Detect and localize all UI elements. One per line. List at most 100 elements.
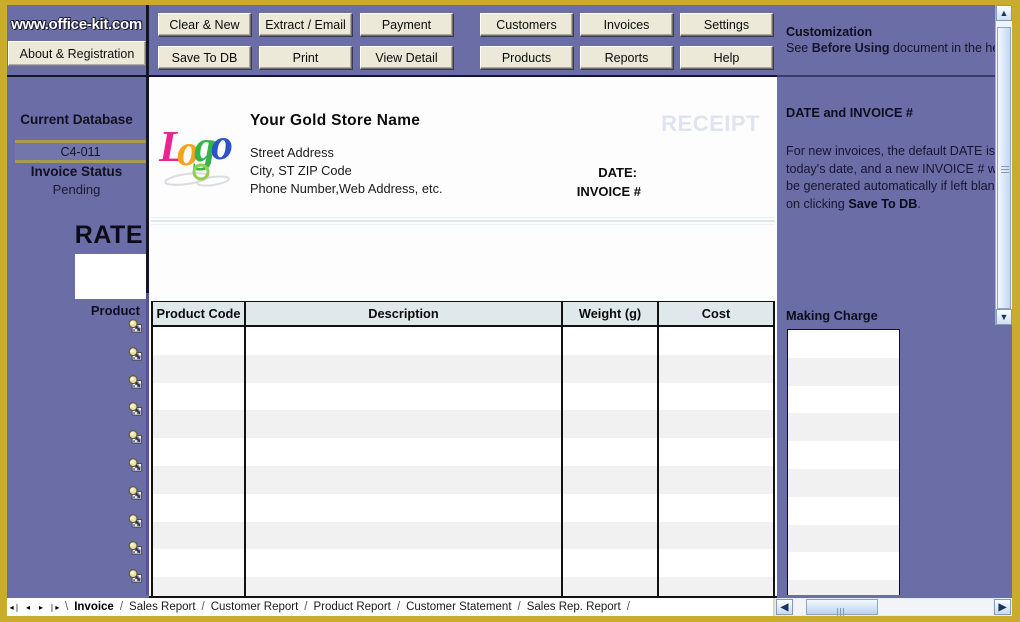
table-cell[interactable]: [563, 438, 659, 466]
table-row[interactable]: [153, 382, 775, 411]
table-cell[interactable]: [246, 521, 563, 550]
product-lookup-icon[interactable]: [127, 513, 143, 528]
making-charge-column[interactable]: [787, 329, 900, 603]
sheet-tab-sales-report[interactable]: Sales Report: [124, 598, 200, 616]
vertical-scrollbar[interactable]: ▲ ▼: [995, 5, 1012, 325]
sheet-tab-sales-rep-report[interactable]: Sales Rep. Report: [522, 598, 626, 616]
table-cell[interactable]: [659, 465, 775, 494]
scroll-left-icon[interactable]: ◀: [776, 599, 793, 615]
making-charge-cell[interactable]: [788, 357, 899, 386]
making-charge-cell[interactable]: [788, 552, 899, 581]
product-lookup-icon[interactable]: [127, 568, 143, 583]
table-cell[interactable]: [246, 465, 563, 494]
table-row[interactable]: [153, 354, 775, 383]
table-row[interactable]: [153, 521, 775, 550]
rate-input[interactable]: [75, 254, 146, 299]
table-cell[interactable]: [153, 438, 246, 466]
table-cell[interactable]: [659, 410, 775, 439]
last-sheet-icon[interactable]: ❘▸: [48, 600, 60, 614]
table-cell[interactable]: [563, 382, 659, 411]
product-lookup-icon[interactable]: [127, 374, 143, 389]
table-cell[interactable]: [659, 438, 775, 466]
table-cell[interactable]: [153, 521, 246, 550]
table-cell[interactable]: [153, 327, 246, 355]
table-row[interactable]: [153, 549, 775, 578]
table-cell[interactable]: [659, 521, 775, 550]
product-lookup-icon[interactable]: [127, 401, 143, 416]
table-cell[interactable]: [563, 410, 659, 439]
sheet-tab-product-report[interactable]: Product Report: [309, 598, 396, 616]
print-button[interactable]: Print: [259, 46, 352, 69]
table-cell[interactable]: [246, 438, 563, 466]
table-cell[interactable]: [153, 465, 246, 494]
about-registration-button[interactable]: About & Registration: [8, 41, 146, 66]
table-cell[interactable]: [659, 354, 775, 383]
table-cell[interactable]: [563, 549, 659, 578]
table-cell[interactable]: [659, 327, 775, 355]
first-sheet-icon[interactable]: ◂❘: [9, 600, 21, 614]
table-cell[interactable]: [153, 382, 246, 411]
table-cell[interactable]: [659, 382, 775, 411]
sheet-tab-customer-report[interactable]: Customer Report: [206, 598, 304, 616]
extract-email-button[interactable]: Extract / Email: [259, 13, 352, 36]
table-cell[interactable]: [246, 410, 563, 439]
current-database-value[interactable]: C4-011: [15, 143, 146, 160]
table-cell[interactable]: [246, 493, 563, 522]
table-cell[interactable]: [153, 493, 246, 522]
reports-button[interactable]: Reports: [580, 46, 673, 69]
product-lookup-icon[interactable]: [127, 540, 143, 555]
making-charge-cell[interactable]: [788, 496, 899, 525]
table-cell[interactable]: [153, 410, 246, 439]
payment-button[interactable]: Payment: [360, 13, 453, 36]
table-row[interactable]: [153, 438, 775, 466]
scroll-right-icon[interactable]: ▶: [994, 599, 1011, 615]
table-cell[interactable]: [563, 521, 659, 550]
next-sheet-icon[interactable]: ▸: [35, 600, 47, 614]
table-cell[interactable]: [246, 549, 563, 578]
table-cell[interactable]: [153, 549, 246, 578]
scroll-up-icon[interactable]: ▲: [996, 5, 1012, 21]
making-charge-cell[interactable]: [788, 441, 899, 469]
horizontal-scroll-track[interactable]: [794, 599, 993, 616]
save-to-db-button[interactable]: Save To DB: [158, 46, 251, 69]
clear-and-new-button[interactable]: Clear & New: [158, 13, 251, 36]
product-lookup-icon[interactable]: [127, 429, 143, 444]
help-button[interactable]: Help: [680, 46, 773, 69]
horizontal-scrollbar[interactable]: ◀ ▶: [775, 598, 1012, 616]
prev-sheet-icon[interactable]: ◂: [22, 600, 34, 614]
table-cell[interactable]: [659, 549, 775, 578]
sheet-tab-customer-statement[interactable]: Customer Statement: [401, 598, 516, 616]
vertical-scroll-track[interactable]: [996, 21, 1012, 309]
view-detail-button[interactable]: View Detail: [360, 46, 453, 69]
table-cell[interactable]: [563, 465, 659, 494]
vertical-scroll-thumb[interactable]: [997, 27, 1011, 309]
product-lookup-icon[interactable]: [127, 457, 143, 472]
column-header-product-code[interactable]: Product Code: [153, 302, 246, 325]
table-cell[interactable]: [246, 382, 563, 411]
table-cell[interactable]: [563, 493, 659, 522]
product-lookup-icon[interactable]: [127, 318, 143, 333]
product-lookup-icon[interactable]: [127, 346, 143, 361]
table-row[interactable]: [153, 465, 775, 494]
table-cell[interactable]: [246, 327, 563, 355]
making-charge-cell[interactable]: [788, 385, 899, 414]
horizontal-scroll-thumb[interactable]: [806, 599, 878, 616]
sheet-tab-invoice[interactable]: Invoice: [69, 598, 119, 616]
making-charge-cell[interactable]: [788, 468, 899, 497]
table-row[interactable]: [153, 493, 775, 522]
settings-button[interactable]: Settings: [680, 13, 773, 36]
column-header-weight[interactable]: Weight (g): [563, 302, 659, 325]
making-charge-cell[interactable]: [788, 524, 899, 553]
table-cell[interactable]: [563, 327, 659, 355]
column-header-description[interactable]: Description: [246, 302, 563, 325]
products-button[interactable]: Products: [480, 46, 573, 69]
making-charge-cell[interactable]: [788, 413, 899, 442]
customers-button[interactable]: Customers: [480, 13, 573, 36]
product-lookup-icon[interactable]: [127, 485, 143, 500]
table-row[interactable]: [153, 327, 775, 355]
column-header-cost[interactable]: Cost: [659, 302, 775, 325]
table-cell[interactable]: [246, 354, 563, 383]
scroll-down-icon[interactable]: ▼: [996, 309, 1012, 325]
table-row[interactable]: [153, 410, 775, 439]
making-charge-cell[interactable]: [788, 330, 899, 358]
